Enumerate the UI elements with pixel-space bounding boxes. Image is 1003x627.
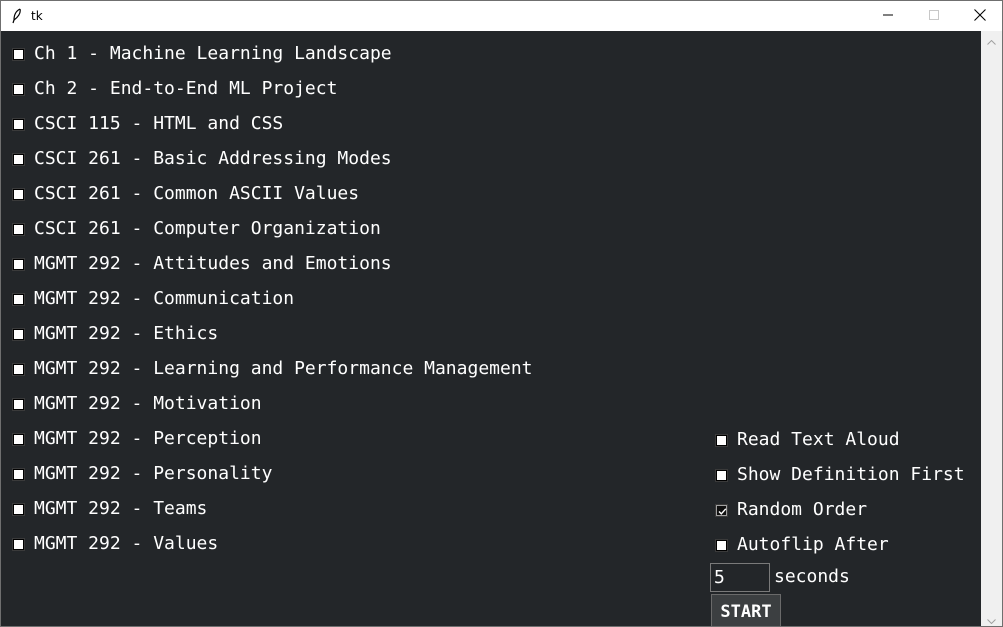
- topic-label: CSCI 261 - Computer Organization: [34, 218, 381, 239]
- topic-checkbox[interactable]: [12, 397, 25, 411]
- definition-first-label: Show Definition First: [737, 464, 965, 485]
- topic-item[interactable]: MGMT 292 - Values: [12, 532, 219, 556]
- topic-label: MGMT 292 - Ethics: [34, 323, 219, 344]
- topic-checkbox[interactable]: [12, 327, 25, 341]
- start-button[interactable]: START: [711, 594, 781, 626]
- topic-item[interactable]: MGMT 292 - Motivation: [12, 392, 262, 416]
- topic-item[interactable]: MGMT 292 - Perception: [12, 427, 262, 451]
- topic-checkbox[interactable]: [12, 117, 25, 131]
- autoflip-seconds-input[interactable]: [710, 563, 770, 592]
- read-aloud-label: Read Text Aloud: [737, 429, 900, 450]
- random-order-checkbox[interactable]: [715, 503, 728, 517]
- topic-item[interactable]: CSCI 261 - Basic Addressing Modes: [12, 147, 392, 171]
- topic-label: MGMT 292 - Teams: [34, 498, 208, 519]
- autoflip-checkbox[interactable]: [715, 538, 728, 552]
- chevron-down-icon: [987, 609, 996, 626]
- topic-label: CSCI 261 - Common ASCII Values: [34, 183, 360, 204]
- topic-checkbox[interactable]: [12, 187, 25, 201]
- minimize-icon: [883, 9, 893, 23]
- option-read-aloud[interactable]: Read Text Aloud: [715, 428, 900, 452]
- autoflip-label: Autoflip After: [737, 534, 889, 555]
- topic-checkbox[interactable]: [12, 152, 25, 166]
- topic-item[interactable]: Ch 1 - Machine Learning Landscape: [12, 42, 392, 66]
- chevron-up-icon: [987, 30, 996, 49]
- topic-label: MGMT 292 - Perception: [34, 428, 262, 449]
- option-random-order[interactable]: Random Order: [715, 498, 868, 522]
- close-icon: [974, 8, 986, 24]
- close-button[interactable]: [957, 1, 1002, 31]
- topic-checkbox[interactable]: [12, 82, 25, 96]
- topic-checkbox[interactable]: [12, 432, 25, 446]
- topic-item[interactable]: MGMT 292 - Ethics: [12, 322, 219, 346]
- topic-checkbox[interactable]: [12, 257, 25, 271]
- topic-label: MGMT 292 - Attitudes and Emotions: [34, 253, 392, 274]
- topic-item[interactable]: MGMT 292 - Attitudes and Emotions: [12, 252, 392, 276]
- topic-label: Ch 2 - End-to-End ML Project: [34, 78, 338, 99]
- main-panel: Ch 1 - Machine Learning Landscape Ch 2 -…: [1, 31, 1002, 626]
- topic-item[interactable]: Ch 2 - End-to-End ML Project: [12, 77, 338, 101]
- topic-item[interactable]: CSCI 261 - Common ASCII Values: [12, 182, 360, 206]
- topic-item[interactable]: MGMT 292 - Teams: [12, 497, 208, 521]
- topic-label: CSCI 261 - Basic Addressing Modes: [34, 148, 392, 169]
- topic-item[interactable]: MGMT 292 - Learning and Performance Mana…: [12, 357, 533, 381]
- option-autoflip[interactable]: Autoflip After: [715, 533, 889, 557]
- feather-icon: [12, 8, 22, 24]
- seconds-label: seconds: [774, 566, 850, 587]
- topic-label: MGMT 292 - Motivation: [34, 393, 262, 414]
- random-order-label: Random Order: [737, 499, 868, 520]
- topic-label: MGMT 292 - Learning and Performance Mana…: [34, 358, 533, 379]
- topic-item[interactable]: MGMT 292 - Communication: [12, 287, 295, 311]
- topic-checkbox[interactable]: [12, 47, 25, 61]
- read-aloud-checkbox[interactable]: [715, 433, 728, 447]
- topic-item[interactable]: CSCI 115 - HTML and CSS: [12, 112, 284, 136]
- topic-checkbox[interactable]: [12, 537, 25, 551]
- topic-label: MGMT 292 - Personality: [34, 463, 273, 484]
- topic-item[interactable]: CSCI 261 - Computer Organization: [12, 217, 381, 241]
- minimize-button[interactable]: [865, 1, 911, 31]
- topic-label: CSCI 115 - HTML and CSS: [34, 113, 284, 134]
- scroll-up-button[interactable]: [981, 31, 1002, 48]
- checkmark-icon: [718, 507, 727, 515]
- topic-checkbox[interactable]: [12, 502, 25, 516]
- topic-item[interactable]: MGMT 292 - Personality: [12, 462, 273, 486]
- vertical-scrollbar[interactable]: [981, 31, 1002, 626]
- topic-checkbox[interactable]: [12, 362, 25, 376]
- option-definition-first[interactable]: Show Definition First: [715, 463, 965, 487]
- app-window: tk Ch 1 - Machine Learning Landscape Ch …: [0, 0, 1003, 627]
- scroll-down-button[interactable]: [981, 609, 1002, 626]
- topic-checkbox[interactable]: [12, 292, 25, 306]
- topic-label: Ch 1 - Machine Learning Landscape: [34, 43, 392, 64]
- topic-label: MGMT 292 - Values: [34, 533, 219, 554]
- topic-checkbox[interactable]: [12, 467, 25, 481]
- title-bar[interactable]: tk: [1, 1, 1002, 31]
- definition-first-checkbox[interactable]: [715, 468, 728, 482]
- window-title: tk: [31, 9, 43, 23]
- topic-label: MGMT 292 - Communication: [34, 288, 295, 309]
- maximize-button[interactable]: [911, 1, 957, 31]
- topic-checkbox[interactable]: [12, 222, 25, 236]
- maximize-icon: [929, 9, 939, 23]
